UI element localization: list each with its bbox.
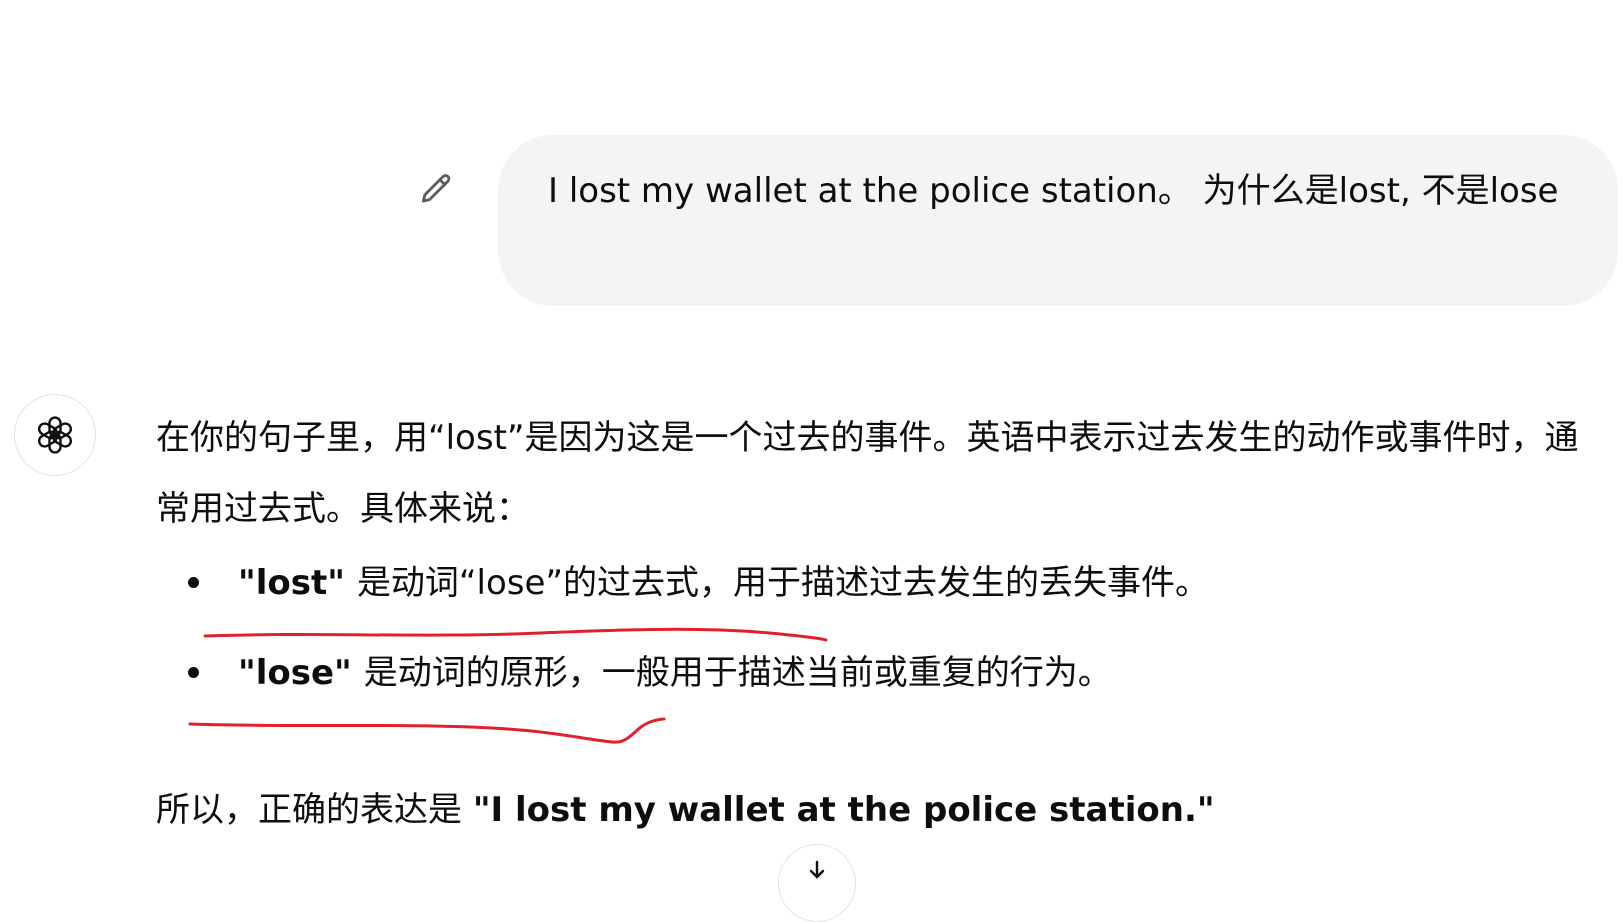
bullet-dot	[188, 577, 199, 588]
assistant-avatar	[14, 394, 96, 476]
user-message-text: I lost my wallet at the police station。 …	[548, 171, 1559, 211]
term-label: "lose"	[238, 653, 352, 693]
conclusion-prefix: 所以，正确的表达是	[156, 790, 473, 830]
pencil-icon	[421, 174, 451, 203]
assistant-message: 在你的句子里，用“lost”是因为这是一个过去的事件。英语中表示过去发生的动作或…	[156, 403, 1586, 733]
term-description: 是动词的原形，一般用于描述当前或重复的行为。	[363, 653, 1112, 693]
edit-message-button[interactable]	[414, 168, 458, 212]
scroll-down-button[interactable]	[778, 844, 856, 922]
list-item: "lose" 是动词的原形，一般用于描述当前或重复的行为。	[156, 643, 1586, 703]
bullet-dot	[188, 667, 199, 678]
arrow-down-icon	[809, 860, 825, 879]
explanation-list: "lost" 是动词“lose”的过去式，用于描述过去发生的丢失事件。 "lose…	[156, 553, 1586, 703]
term-label: "lost"	[238, 563, 345, 603]
assistant-conclusion: 所以，正确的表达是 "I lost my wallet at the polic…	[156, 780, 1215, 840]
assistant-intro-text: 在你的句子里，用“lost”是因为这是一个过去的事件。英语中表示过去发生的动作或…	[156, 418, 1579, 529]
conclusion-quote: "I lost my wallet at the police station.…	[472, 790, 1215, 830]
openai-logo-icon	[37, 416, 73, 454]
user-message-bubble: I lost my wallet at the police station。 …	[498, 135, 1618, 306]
term-description: 是动词“lose”的过去式，用于描述过去发生的丢失事件。	[356, 563, 1210, 603]
list-item: "lost" 是动词“lose”的过去式，用于描述过去发生的丢失事件。	[156, 553, 1586, 613]
